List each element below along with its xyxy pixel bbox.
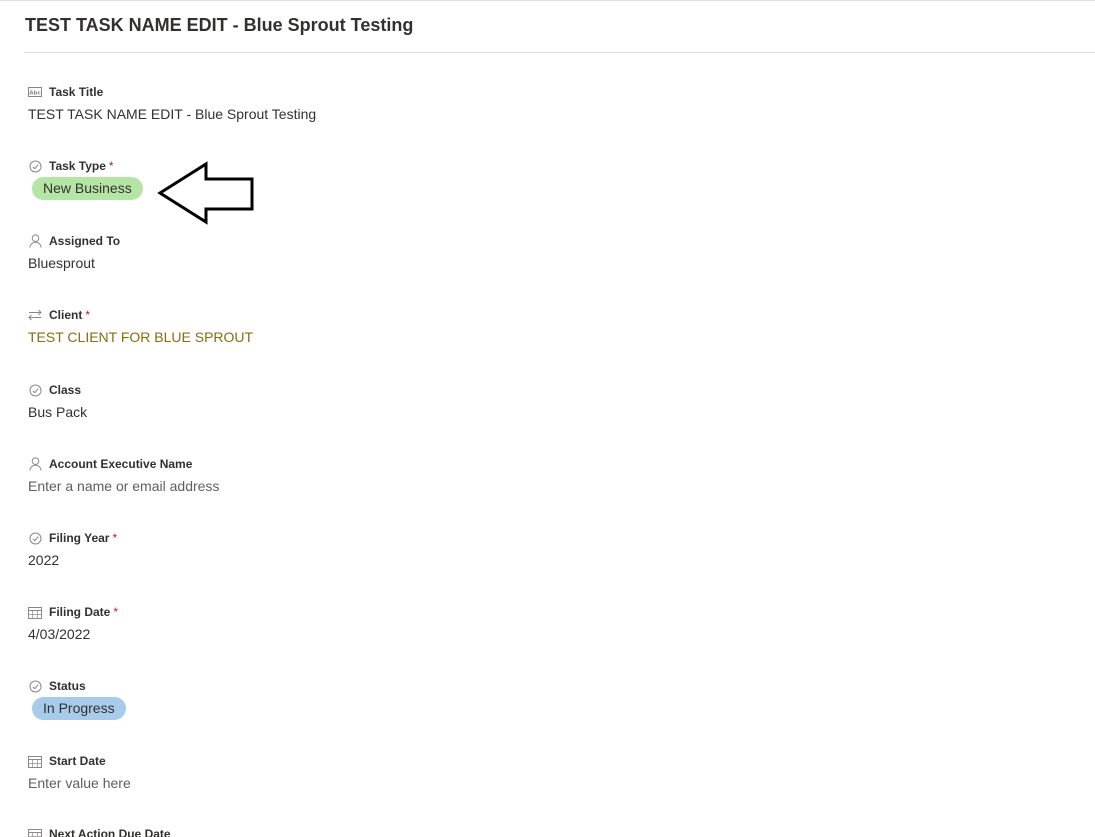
- filing-year-value[interactable]: 2022: [28, 552, 59, 568]
- calendar-icon: [28, 754, 42, 768]
- field-task-title: Abc Task Title TEST TASK NAME EDIT - Blu…: [28, 83, 528, 153]
- choice-icon: [28, 383, 42, 397]
- calendar-icon: [28, 827, 42, 837]
- person-icon: [28, 234, 42, 248]
- required-marker: *: [113, 605, 119, 619]
- field-class: Class Bus Pack: [28, 381, 528, 451]
- field-label-next-action-due-date: Next Action Due Date: [49, 827, 171, 837]
- start-date-input[interactable]: Enter value here: [28, 775, 131, 791]
- field-label-class: Class: [49, 383, 82, 397]
- field-label-task-type: Task Type: [49, 159, 106, 173]
- task-type-pill[interactable]: New Business: [32, 177, 143, 200]
- choice-icon: [28, 679, 42, 693]
- field-label-filing-date: Filing Date: [49, 605, 111, 619]
- field-label-status: Status: [49, 679, 86, 693]
- left-arrow-icon: [157, 161, 254, 225]
- lookup-icon: [28, 308, 42, 322]
- required-marker: *: [112, 531, 118, 545]
- field-client: Client * TEST CLIENT FOR BLUE SPROUT: [28, 306, 528, 376]
- calendar-icon: [28, 605, 42, 619]
- class-value[interactable]: Bus Pack: [28, 404, 87, 420]
- field-task-type: Task Type * New Business: [28, 157, 528, 227]
- field-account-executive: Account Executive Name Enter a name or e…: [28, 455, 528, 525]
- field-start-date: Start Date Enter value here: [28, 752, 528, 822]
- account-executive-input[interactable]: Enter a name or email address: [28, 478, 219, 494]
- field-filing-year: Filing Year * 2022: [28, 529, 528, 599]
- field-next-action-due-date: Next Action Due Date: [28, 825, 528, 837]
- field-status: Status In Progress: [28, 677, 528, 747]
- page-title: TEST TASK NAME EDIT - Blue Sprout Testin…: [25, 15, 414, 35]
- required-marker: *: [108, 159, 114, 173]
- field-label-client: Client: [49, 308, 83, 322]
- status-pill[interactable]: In Progress: [32, 697, 126, 720]
- panel-header: TEST TASK NAME EDIT - Blue Sprout Testin…: [24, 1, 1095, 53]
- svg-text:Abc: Abc: [29, 91, 40, 97]
- task-title-value[interactable]: TEST TASK NAME EDIT - Blue Sprout Testin…: [28, 106, 316, 122]
- field-assigned-to: Assigned To Bluesprout: [28, 232, 528, 302]
- task-edit-panel: TEST TASK NAME EDIT - Blue Sprout Testin…: [0, 0, 1095, 837]
- client-value[interactable]: TEST CLIENT FOR BLUE SPROUT: [28, 329, 253, 345]
- required-marker: *: [85, 308, 91, 322]
- filing-date-value[interactable]: 4/03/2022: [28, 626, 90, 642]
- assigned-to-value[interactable]: Bluesprout: [28, 255, 95, 271]
- field-label-assigned-to: Assigned To: [49, 234, 121, 248]
- field-label-task-title: Task Title: [49, 85, 104, 99]
- field-label-account-executive: Account Executive Name: [49, 457, 193, 471]
- text-field-icon: Abc: [28, 85, 42, 99]
- person-icon: [28, 457, 42, 471]
- choice-icon: [28, 531, 42, 545]
- field-label-filing-year: Filing Year: [49, 531, 110, 545]
- choice-icon: [28, 159, 42, 173]
- field-label-start-date: Start Date: [49, 754, 106, 768]
- field-filing-date: Filing Date * 4/03/2022: [28, 603, 528, 673]
